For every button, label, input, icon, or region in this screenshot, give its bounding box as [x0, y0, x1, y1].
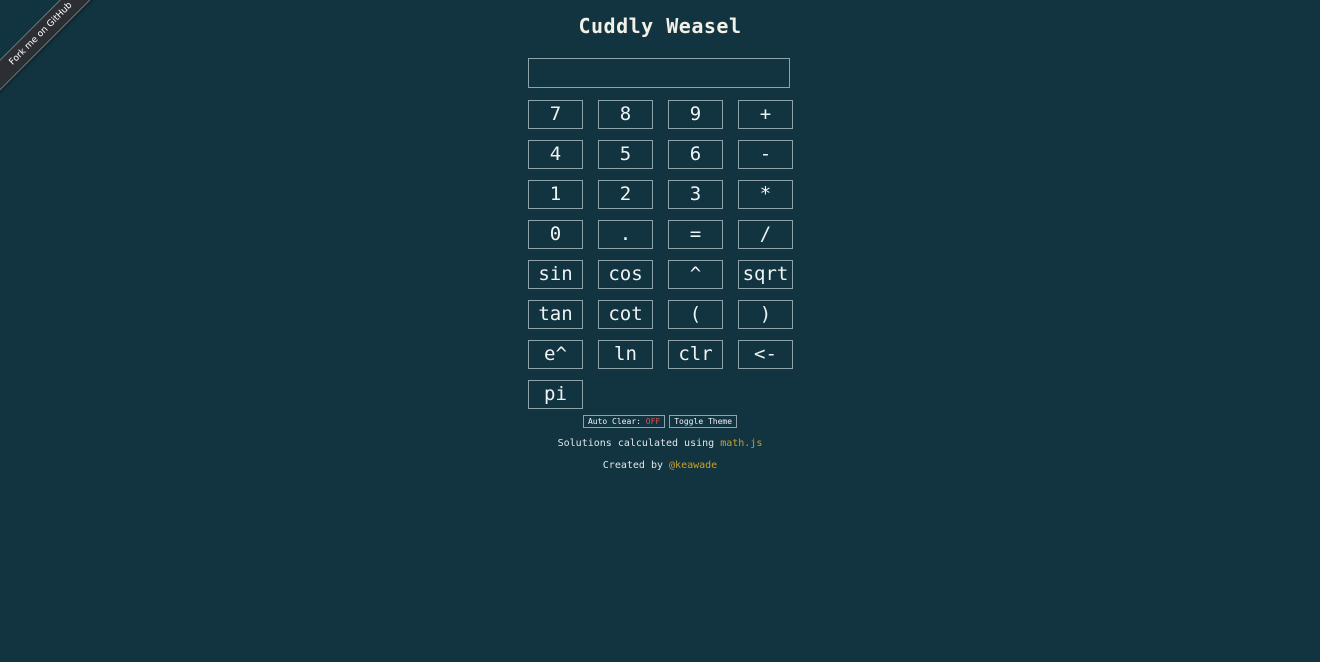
- page-title: Cuddly Weasel: [578, 14, 742, 38]
- key-pi[interactable]: pi: [528, 380, 583, 409]
- key-plus[interactable]: +: [738, 100, 793, 129]
- mathjs-link[interactable]: math.js: [720, 438, 762, 449]
- key-1[interactable]: 1: [528, 180, 583, 209]
- key-divide[interactable]: /: [738, 220, 793, 249]
- auto-clear-label: Auto Clear:: [587, 417, 641, 426]
- key-power[interactable]: ^: [668, 260, 723, 289]
- author-link[interactable]: @keawade: [669, 460, 717, 471]
- key-equals[interactable]: =: [668, 220, 723, 249]
- key-tan[interactable]: tan: [528, 300, 583, 329]
- key-cos[interactable]: cos: [598, 260, 653, 289]
- key-6[interactable]: 6: [668, 140, 723, 169]
- calculator-page: Fork me on GitHub Cuddly Weasel 7 8 9 + …: [0, 0, 1320, 662]
- key-clear[interactable]: clr: [668, 340, 723, 369]
- key-sqrt[interactable]: sqrt: [738, 260, 793, 289]
- keypad: 7 8 9 + 4 5 6 - 1 2 3 * 0 . = / sin cos …: [528, 100, 793, 409]
- key-4[interactable]: 4: [528, 140, 583, 169]
- key-decimal[interactable]: .: [598, 220, 653, 249]
- key-minus[interactable]: -: [738, 140, 793, 169]
- solutions-note: Solutions calculated using math.js: [0, 438, 1320, 449]
- key-multiply[interactable]: *: [738, 180, 793, 209]
- toggle-theme-button[interactable]: Toggle Theme: [669, 415, 738, 428]
- auto-clear-toggle[interactable]: Auto Clear: OFF: [582, 415, 666, 428]
- key-2[interactable]: 2: [598, 180, 653, 209]
- calculator-display[interactable]: [528, 58, 790, 88]
- key-9[interactable]: 9: [668, 100, 723, 129]
- author-note: Created by @keawade: [0, 460, 1320, 471]
- key-close-paren[interactable]: ): [738, 300, 793, 329]
- settings-controls: Auto Clear: OFF Toggle Theme: [0, 415, 1320, 428]
- solutions-text: Solutions calculated using: [557, 438, 715, 449]
- key-7[interactable]: 7: [528, 100, 583, 129]
- key-exp[interactable]: e^: [528, 340, 583, 369]
- key-3[interactable]: 3: [668, 180, 723, 209]
- key-8[interactable]: 8: [598, 100, 653, 129]
- auto-clear-state: OFF: [645, 417, 661, 426]
- key-open-paren[interactable]: (: [668, 300, 723, 329]
- key-ln[interactable]: ln: [598, 340, 653, 369]
- key-backspace[interactable]: <-: [738, 340, 793, 369]
- key-cot[interactable]: cot: [598, 300, 653, 329]
- key-sin[interactable]: sin: [528, 260, 583, 289]
- created-text: Created by: [602, 460, 663, 471]
- key-5[interactable]: 5: [598, 140, 653, 169]
- key-0[interactable]: 0: [528, 220, 583, 249]
